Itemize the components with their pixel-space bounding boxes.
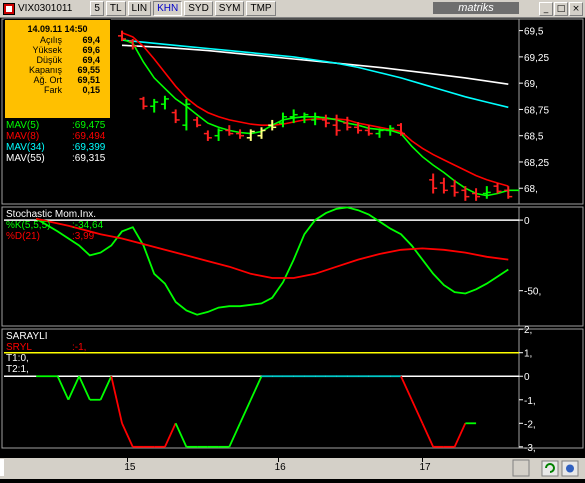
info-value: 69,55 (77, 65, 100, 75)
x-axis-tick (277, 458, 279, 462)
legend-name: SRYL (6, 342, 32, 353)
info-row-low: Düşük 69,4 (5, 55, 110, 65)
legend-value: :-1, (72, 342, 87, 353)
legend-name: MAV(8) (6, 131, 40, 142)
y-tick-label: 0 (524, 216, 530, 227)
ohlc-info-box: 14.09.11 14:50 Açılış 69,4 Yüksek 69,6 Düş… (4, 19, 111, 119)
stoch-legend-item: %D(21) :3,99 (6, 231, 94, 242)
y-tick-label: 68,75 (524, 105, 549, 116)
info-label: Fark (44, 85, 62, 95)
legend-name: SARAYLI (6, 331, 48, 342)
y-tick-label: -50, (524, 287, 541, 298)
scroll-left-edge[interactable] (0, 459, 4, 476)
info-row-high: Yüksek 69,6 (5, 45, 110, 55)
y-tick-label: -2, (524, 419, 536, 430)
sar-legend-item: T1:0, (6, 353, 29, 364)
sar-legend-item: SARAYLI (6, 331, 48, 342)
y-tick-label: 1, (524, 349, 532, 360)
settings-icon (566, 464, 574, 473)
y-tick-label: 68, (524, 184, 538, 195)
x-axis-label: 17 (419, 462, 431, 473)
info-date: 14.09.11 14:50 (27, 24, 88, 34)
minimize-button[interactable]: _ (539, 2, 553, 16)
legend-name: %D(21) (6, 231, 40, 242)
toolbar-buttons: 5 TL LIN KHN SYD SYM TMP (88, 1, 276, 16)
legend-name: MAV(5) (6, 120, 40, 131)
x-axis-label: 15 (124, 462, 136, 473)
legend-value: :69,315 (72, 153, 106, 164)
toolbar-button-lin[interactable]: LIN (127, 1, 152, 16)
toolbar-button-tmp[interactable]: TMP (246, 1, 276, 16)
legend-value: :3,99 (72, 231, 95, 242)
info-row-close: Kapanış 69,55 (5, 65, 110, 75)
info-label: Yüksek (32, 45, 62, 55)
legend-name: T2:1, (6, 364, 29, 375)
info-value: 69,4 (82, 55, 100, 65)
sar-legend-item: SRYL :-1, (6, 342, 86, 353)
symbol-label[interactable]: VIX0301011 (18, 3, 72, 14)
info-value: 69,51 (77, 75, 100, 85)
status-bar (0, 458, 585, 479)
legend-value: :69,494 (72, 131, 106, 142)
y-tick-label: 68,5 (524, 132, 544, 143)
y-tick-label: 2, (524, 325, 532, 336)
x-axis-label: 16 (274, 462, 286, 473)
y-tick-label: 0 (524, 372, 530, 383)
legend-value: :-34,64 (72, 220, 104, 231)
y-tick-label: -1, (524, 396, 536, 407)
price-legend-item: MAV(5) :69,475 (6, 120, 105, 131)
x-axis-tick (127, 458, 129, 462)
y-tick-label: 69,25 (524, 53, 549, 64)
stoch-legend-item: %K(5,5,5) :-34,64 (6, 220, 103, 231)
window-controls: _ □ × (538, 2, 583, 16)
info-label: Ağ. Ort (33, 75, 62, 85)
toolbar-button-tl[interactable]: TL (105, 1, 126, 16)
info-row-change: Fark 0,15 (5, 85, 110, 95)
close-button[interactable]: × (569, 2, 583, 16)
brand-logo: matriks (433, 2, 519, 14)
sar-legend-item: T2:1, (6, 364, 29, 375)
info-row-wavg: Ağ. Ort 69,51 (5, 75, 110, 85)
info-label: Açılış (39, 35, 62, 45)
legend-name: T1:0, (6, 353, 29, 364)
toolbar-button-khn[interactable]: KHN (153, 1, 183, 16)
y-tick-label: 69, (524, 79, 538, 90)
toolbar-button-5[interactable]: 5 (90, 1, 104, 16)
legend-name: MAV(55) (6, 153, 45, 164)
chart-window-icon (3, 2, 15, 15)
info-row-open: Açılış 69,4 (5, 35, 110, 45)
info-value: 69,4 (82, 35, 100, 45)
info-value: 69,6 (82, 45, 100, 55)
toolbar-button-sym[interactable]: SYM (214, 1, 245, 16)
legend-name: MAV(34) (6, 142, 45, 153)
stoch-legend-item: Stochastic Mom.Inx. (6, 209, 96, 220)
y-tick-label: -3, (524, 443, 536, 454)
y-tick-label: 69,5 (524, 27, 544, 38)
price-legend-item: MAV(8) :69,494 (6, 131, 105, 142)
legend-name: %K(5,5,5) (6, 220, 51, 231)
maximize-button[interactable]: □ (554, 2, 568, 16)
legend-value: :69,399 (72, 142, 106, 153)
price-legend-item: MAV(34) :69,399 (6, 142, 105, 153)
legend-name: Stochastic Mom.Inx. (6, 209, 97, 220)
y-tick-label: 68,25 (524, 158, 549, 169)
price-legend-item: MAV(55) :69,315 (6, 153, 105, 164)
toggle-button[interactable] (512, 459, 530, 477)
toolbar-button-syd[interactable]: SYD (184, 1, 213, 16)
info-label: Kapanış (28, 65, 62, 75)
status-bar-graphics (0, 459, 579, 477)
x-axis-tick (422, 458, 424, 462)
info-value: 0,15 (82, 85, 100, 95)
legend-value: :69,475 (72, 120, 106, 131)
chart-toolbar: VIX0301011 5 TL LIN KHN SYD SYM TMP matriks _ … (0, 0, 585, 18)
info-label: Düşük (36, 55, 62, 65)
